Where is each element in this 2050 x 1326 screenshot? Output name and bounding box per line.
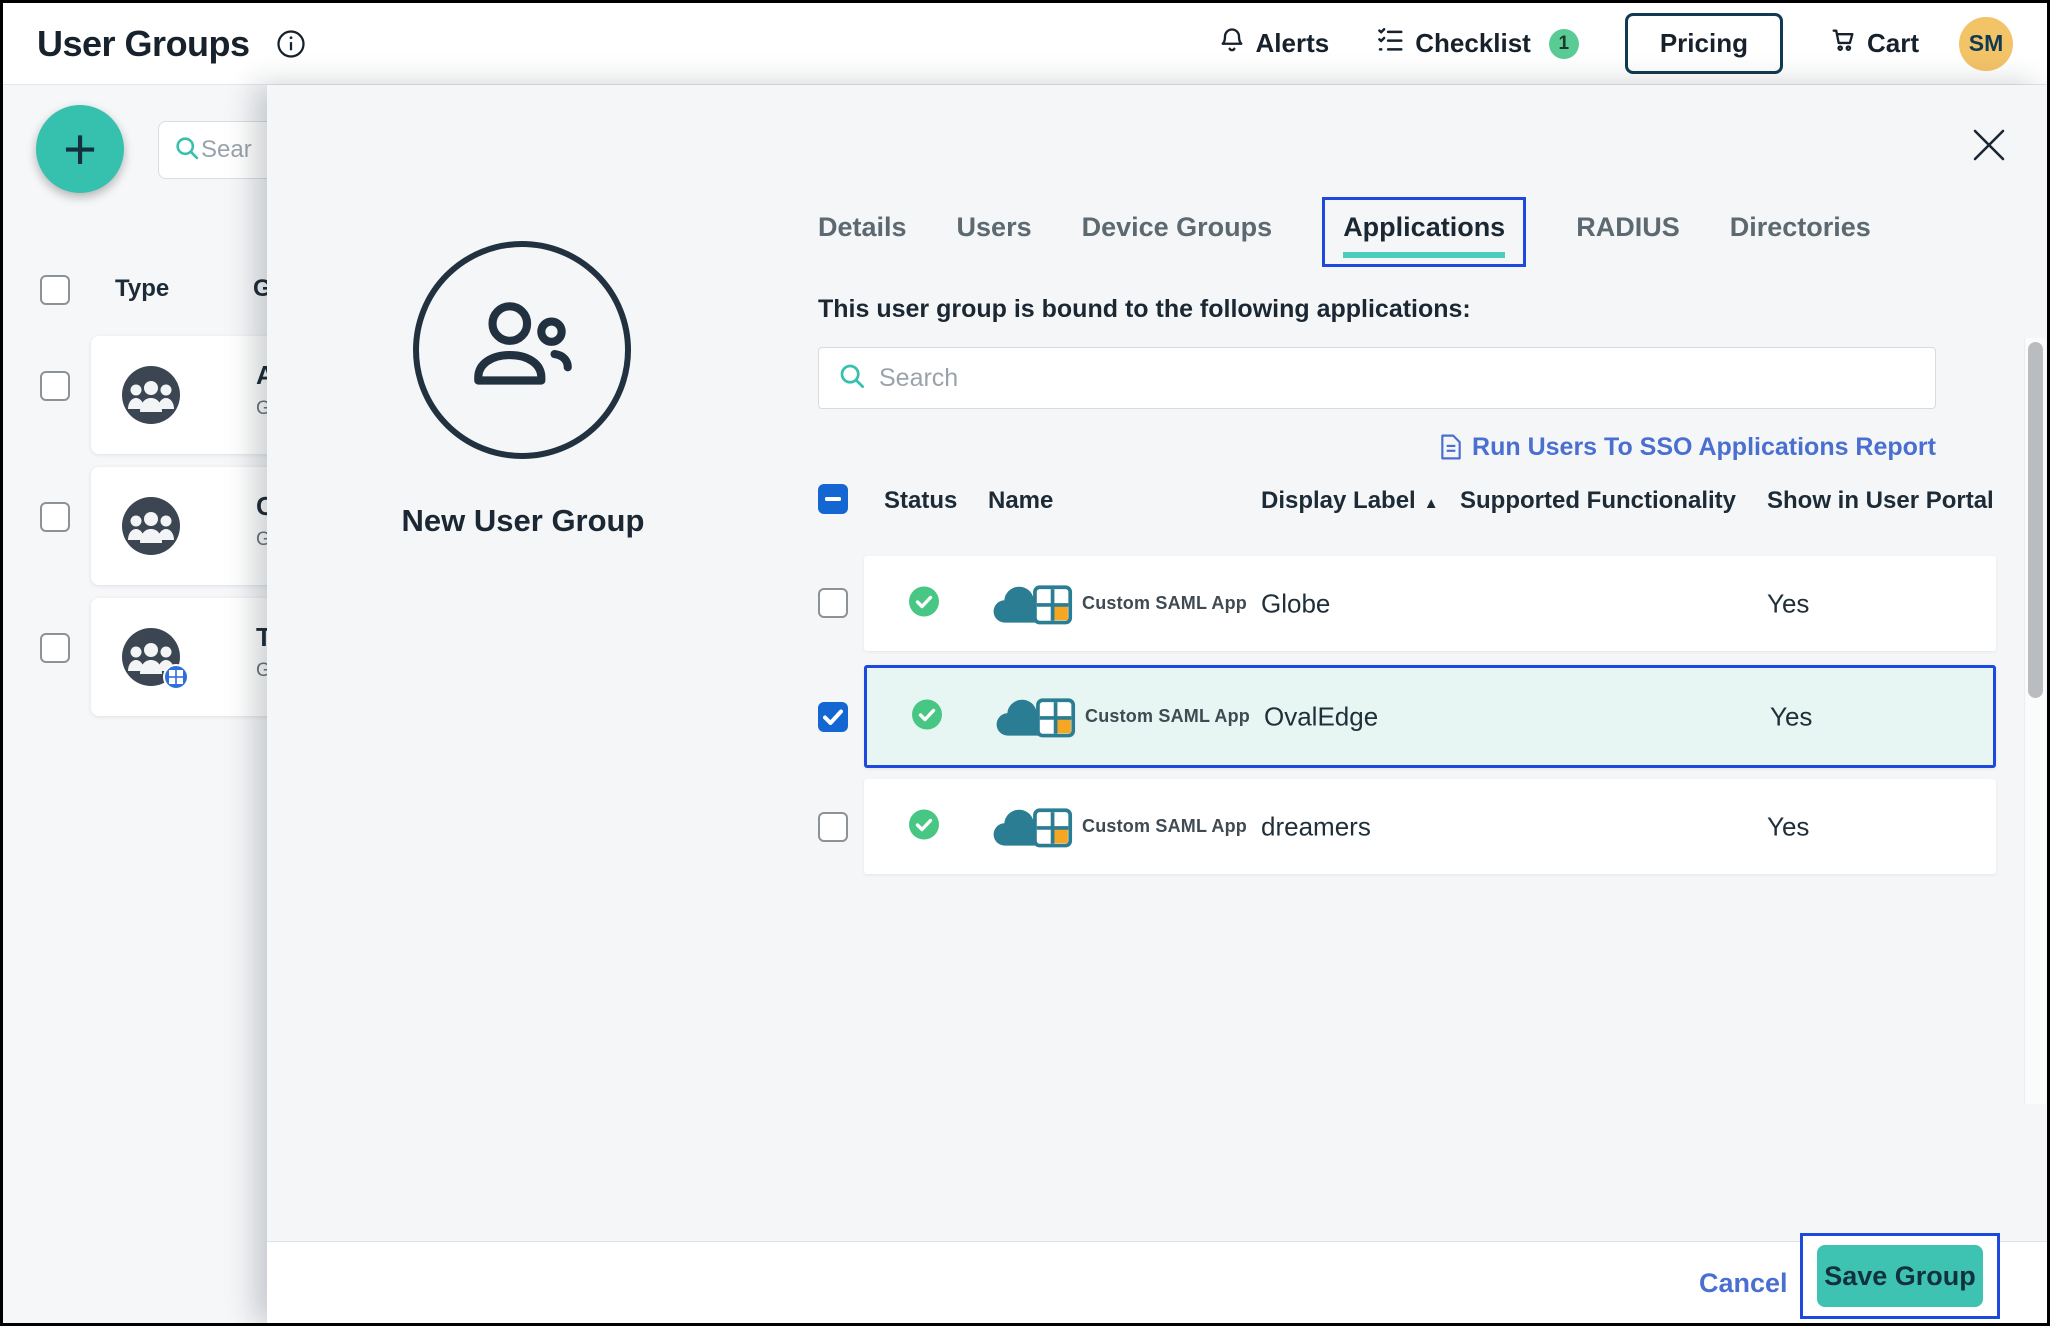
screen: User Groups Alerts Checkl	[0, 0, 2050, 1326]
column-header-display-label[interactable]: Display Label ▲	[1261, 487, 1439, 515]
bound-applications-text: This user group is bound to the followin…	[818, 295, 1471, 324]
custom-saml-app-logo: Custom SAML App	[995, 691, 1250, 743]
pricing-button[interactable]: Pricing	[1625, 13, 1783, 74]
app-row-checkbox[interactable]	[818, 812, 848, 842]
group-row-checkbox[interactable]	[40, 633, 70, 663]
custom-saml-app-logo: Custom SAML App	[992, 801, 1247, 853]
tab-details[interactable]: Details	[818, 212, 907, 243]
modal-title: New User Group	[283, 503, 763, 539]
app-name: Custom SAML App	[1085, 706, 1250, 727]
tab-radius[interactable]: RADIUS	[1576, 212, 1680, 243]
display-label-cell: dreamers	[1261, 811, 1371, 842]
cart-label: Cart	[1867, 28, 1919, 59]
tab-device-groups[interactable]: Device Groups	[1082, 212, 1273, 243]
cart-icon	[1829, 26, 1857, 61]
bell-icon	[1218, 26, 1246, 61]
save-group-button[interactable]: Save Group	[1817, 1245, 1983, 1307]
top-header: User Groups Alerts Checkl	[3, 3, 2047, 85]
cancel-button[interactable]: Cancel	[1699, 1268, 1788, 1299]
modal-tabs: Details Users Device Groups Applications…	[818, 197, 1871, 267]
user-avatar[interactable]: SM	[1959, 17, 2013, 71]
scrollbar-thumb[interactable]	[2028, 342, 2043, 698]
save-group-focus-ring: Save Group	[1800, 1233, 2000, 1319]
info-icon[interactable]	[276, 29, 306, 59]
show-in-portal-cell: Yes	[1767, 811, 1809, 842]
app-name: Custom SAML App	[1082, 593, 1247, 614]
status-active-icon	[908, 808, 940, 845]
alerts-button[interactable]: Alerts	[1218, 26, 1330, 61]
tab-users[interactable]: Users	[957, 212, 1032, 243]
windows-badge-icon	[163, 664, 189, 690]
checklist-badge: 1	[1549, 29, 1579, 59]
display-label-cell: Globe	[1261, 588, 1330, 619]
user-group-avatar	[121, 365, 181, 425]
checklist-icon	[1375, 25, 1405, 62]
column-header-show-in-user-portal[interactable]: Show in User Portal	[1767, 487, 1994, 515]
close-icon[interactable]	[1969, 125, 2009, 165]
column-header-status[interactable]: Status	[884, 487, 957, 515]
alerts-label: Alerts	[1256, 28, 1330, 59]
scrollbar-track	[2024, 338, 2046, 1104]
user-group-icon	[413, 241, 631, 459]
run-report-link[interactable]: Run Users To SSO Applications Report	[818, 433, 1936, 462]
new-user-group-modal: New User Group Details Users Device Grou…	[267, 85, 2047, 1323]
modal-footer: Cancel	[267, 1241, 2047, 1323]
sort-asc-icon: ▲	[1424, 495, 1439, 512]
run-report-label: Run Users To SSO Applications Report	[1472, 433, 1936, 461]
user-group-avatar	[121, 496, 181, 556]
checklist-button[interactable]: Checklist 1	[1375, 25, 1579, 62]
search-icon	[173, 134, 201, 167]
search-icon	[837, 361, 867, 396]
cart-button[interactable]: Cart	[1829, 26, 1919, 61]
checklist-label: Checklist	[1415, 28, 1531, 59]
group-row-checkbox[interactable]	[40, 371, 70, 401]
display-label-text: Display Label	[1261, 487, 1416, 514]
app-row-checkbox[interactable]	[818, 588, 848, 618]
column-header-supported-functionality[interactable]: Supported Functionality	[1460, 487, 1736, 515]
app-name: Custom SAML App	[1082, 816, 1247, 837]
select-all-apps-checkbox[interactable]	[818, 484, 848, 514]
tab-applications[interactable]: Applications	[1322, 197, 1526, 267]
custom-saml-app-logo: Custom SAML App	[992, 578, 1247, 630]
select-all-groups-checkbox[interactable]	[40, 275, 70, 305]
app-row-checkbox-checked[interactable]	[818, 702, 848, 732]
group-row-checkbox[interactable]	[40, 502, 70, 532]
document-icon	[1439, 434, 1463, 460]
applications-search-input[interactable]	[879, 364, 1917, 393]
type-column-header: Type	[115, 275, 169, 303]
app-table-row-selected[interactable]: Custom SAML App OvalEdge Yes	[864, 665, 1996, 768]
status-active-icon	[908, 585, 940, 622]
status-active-icon	[911, 698, 943, 735]
applications-search[interactable]	[818, 347, 1936, 409]
display-label-cell: OvalEdge	[1264, 701, 1378, 732]
show-in-portal-cell: Yes	[1767, 588, 1809, 619]
app-table-row[interactable]: Custom SAML App Globe Yes	[864, 556, 1996, 651]
add-group-button[interactable]: +	[36, 105, 124, 193]
page-title: User Groups	[37, 23, 250, 65]
show-in-portal-cell: Yes	[1770, 701, 1812, 732]
app-table-row[interactable]: Custom SAML App dreamers Yes	[864, 779, 1996, 874]
tab-applications-label: Applications	[1343, 212, 1505, 258]
tab-directories[interactable]: Directories	[1730, 212, 1871, 243]
column-header-name[interactable]: Name	[988, 487, 1053, 515]
